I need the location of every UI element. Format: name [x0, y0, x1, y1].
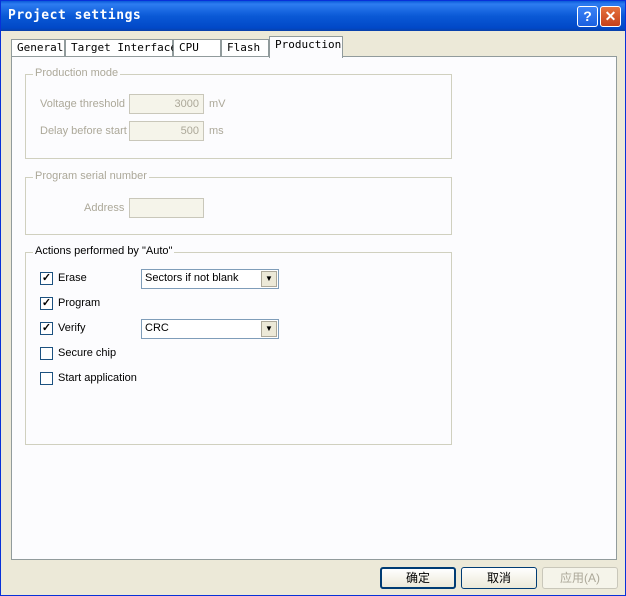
verify-mode-value: CRC	[145, 322, 169, 334]
tab-cpu[interactable]: CPU	[173, 39, 221, 57]
start-application-checkbox[interactable]	[40, 372, 53, 385]
tab-general[interactable]: General	[11, 39, 65, 57]
help-button[interactable]: ?	[577, 6, 598, 27]
delay-unit: ms	[209, 125, 224, 137]
production-mode-title: Production mode	[33, 67, 121, 79]
address-label: Address	[84, 202, 125, 214]
checkmark-icon: ✓	[41, 322, 52, 334]
voltage-unit: mV	[209, 98, 226, 110]
verify-mode-select[interactable]: CRC ▼	[141, 319, 279, 339]
apply-button[interactable]: 应用(A)	[542, 567, 618, 589]
secure-chip-label[interactable]: Secure chip	[58, 347, 116, 359]
program-checkbox[interactable]: ✓	[40, 297, 53, 310]
tab-production[interactable]: Production	[269, 36, 343, 58]
serial-number-group: Program serial number Address	[25, 170, 452, 235]
start-application-label[interactable]: Start application	[58, 372, 137, 384]
ok-button[interactable]: 确定	[380, 567, 456, 589]
title-bar[interactable]: Project settings ? ✕	[1, 1, 625, 31]
erase-checkbox[interactable]: ✓	[40, 272, 53, 285]
erase-mode-value: Sectors if not blank	[145, 272, 239, 284]
program-label[interactable]: Program	[58, 297, 100, 309]
help-icon: ?	[583, 8, 592, 24]
chevron-down-icon[interactable]: ▼	[261, 271, 277, 287]
checkmark-icon: ✓	[41, 272, 52, 284]
auto-actions-group: Actions performed by "Auto" ✓ Erase Sect…	[25, 245, 452, 445]
auto-actions-title: Actions performed by "Auto"	[33, 245, 175, 257]
serial-number-title: Program serial number	[33, 170, 149, 182]
erase-label[interactable]: Erase	[58, 272, 87, 284]
secure-chip-checkbox[interactable]	[40, 347, 53, 360]
chevron-down-icon[interactable]: ▼	[261, 321, 277, 337]
cancel-button[interactable]: 取消	[461, 567, 537, 589]
delay-before-start-label: Delay before start	[40, 125, 127, 137]
delay-before-start-field[interactable]: 500	[129, 121, 204, 141]
verify-checkbox[interactable]: ✓	[40, 322, 53, 335]
voltage-threshold-label: Voltage threshold	[40, 98, 126, 110]
production-tab-panel: Production mode Voltage threshold 3000 m…	[11, 56, 617, 560]
erase-mode-select[interactable]: Sectors if not blank ▼	[141, 269, 279, 289]
window-title: Project settings	[8, 8, 142, 23]
close-button[interactable]: ✕	[600, 6, 621, 27]
production-mode-group: Production mode Voltage threshold 3000 m…	[25, 67, 452, 159]
verify-label[interactable]: Verify	[58, 322, 86, 334]
close-icon: ✕	[604, 8, 617, 24]
tab-target-interface[interactable]: Target Interface	[65, 39, 177, 57]
project-settings-window: Project settings ? ✕ General Target Inte…	[0, 0, 626, 596]
address-field[interactable]	[129, 198, 204, 218]
tab-flash[interactable]: Flash	[221, 39, 269, 57]
checkmark-icon: ✓	[41, 297, 52, 309]
voltage-threshold-field[interactable]: 3000	[129, 94, 204, 114]
